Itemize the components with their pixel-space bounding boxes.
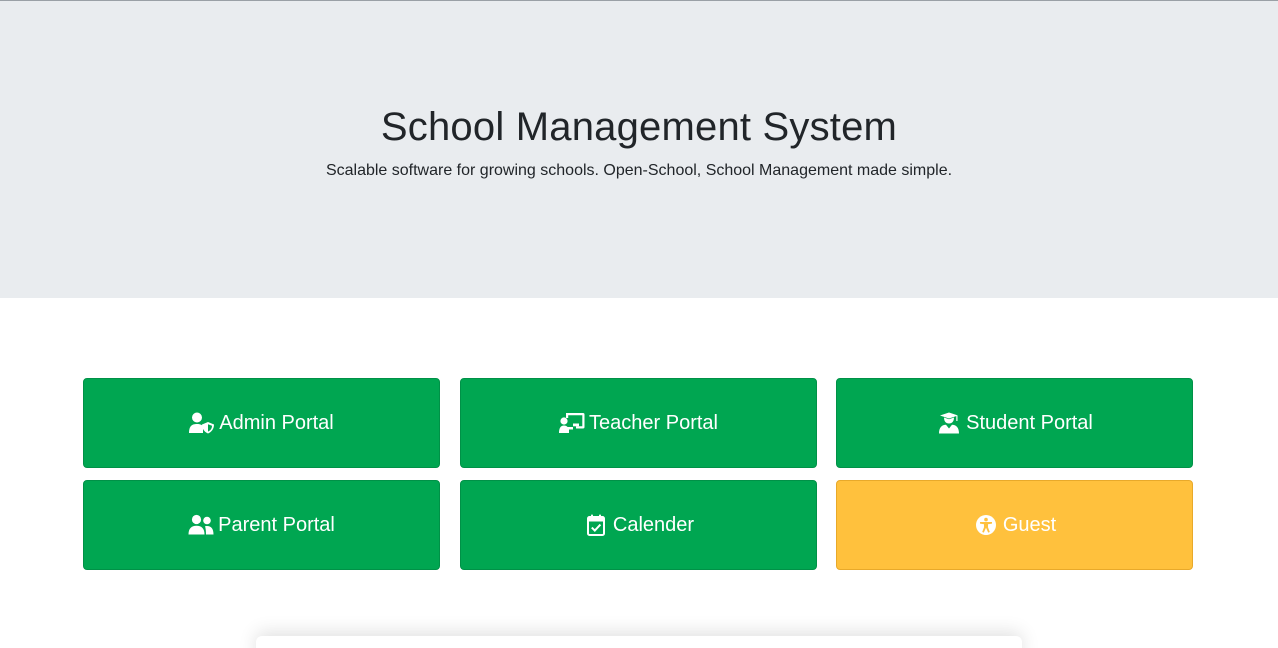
calendar-check-icon (583, 514, 609, 536)
admin-portal-button[interactable]: Admin Portal (83, 378, 440, 468)
student-portal-label: Student Portal (966, 411, 1093, 434)
guest-label: Guest (1002, 513, 1057, 536)
teacher-portal-label: Teacher Portal (589, 411, 718, 434)
parent-portal-button[interactable]: Parent Portal (83, 480, 440, 570)
student-portal-button[interactable]: Student Portal (836, 378, 1193, 468)
page-subtitle: Scalable software for growing schools. O… (325, 162, 953, 179)
user-graduate-icon (936, 412, 962, 434)
chalkboard-teacher-icon (559, 412, 585, 434)
bottom-card-edge (256, 636, 1022, 648)
page-title: School Management System (380, 105, 898, 149)
page: School Management System Scalable softwa… (0, 0, 1278, 648)
hero-jumbotron: School Management System Scalable softwa… (0, 1, 1278, 298)
universal-access-icon (973, 514, 999, 536)
parent-portal-label: Parent Portal (218, 513, 335, 536)
user-shield-icon (189, 412, 215, 434)
guest-button[interactable]: Guest (836, 480, 1193, 570)
calender-button[interactable]: Calender (460, 480, 817, 570)
user-friends-icon (188, 514, 214, 536)
teacher-portal-button[interactable]: Teacher Portal (460, 378, 817, 468)
admin-portal-label: Admin Portal (219, 411, 334, 434)
calender-label: Calender (612, 513, 695, 536)
